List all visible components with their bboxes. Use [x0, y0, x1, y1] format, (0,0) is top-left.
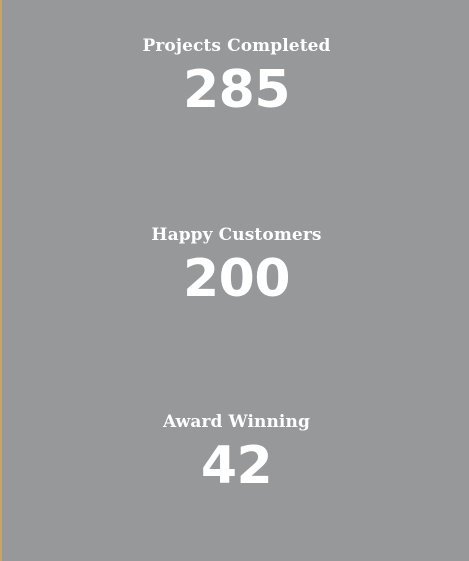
stat-value: 200	[182, 249, 291, 309]
stat-label: Happy Customers	[151, 225, 322, 245]
stats-panel: Projects Completed 285 Happy Customers 2…	[0, 0, 469, 561]
stat-value: 285	[182, 60, 291, 120]
stat-label: Projects Completed	[142, 36, 331, 56]
stat-happy-customers: Happy Customers 200	[2, 224, 469, 308]
stat-projects-completed: Projects Completed 285	[2, 35, 469, 119]
stat-value: 42	[200, 436, 273, 496]
stat-label: Award Winning	[163, 412, 310, 432]
stat-award-winning: Award Winning 42	[2, 411, 469, 495]
